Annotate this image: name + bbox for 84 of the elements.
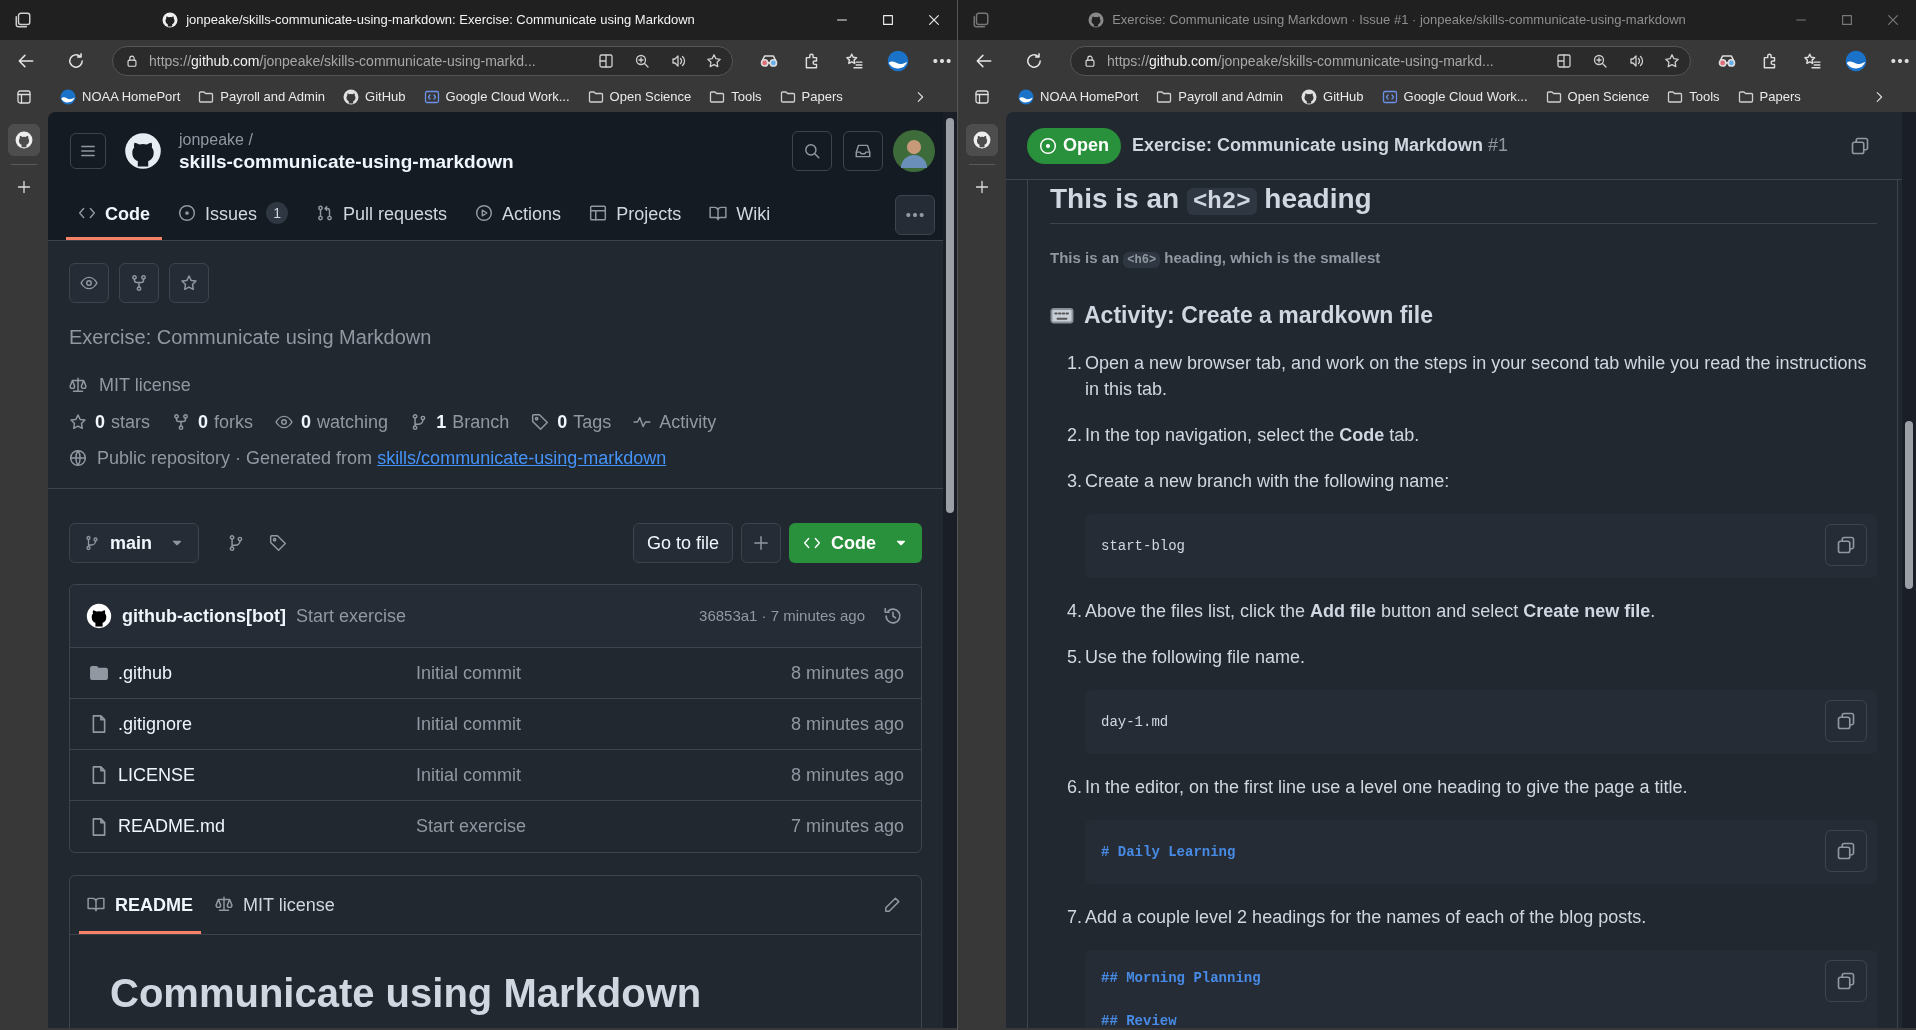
repo-owner-link[interactable]: jonpeake / xyxy=(179,128,514,151)
url-text: https://github.com/jonpeake/skills-communicate-using-markd... xyxy=(1107,51,1495,71)
issue-title: Exercise: Communicate using Markdown #1 xyxy=(1132,134,1509,157)
step-number: 2. xyxy=(1067,424,1083,447)
commit-message-link[interactable]: Initial commit xyxy=(416,710,522,738)
bookmark[interactable]: Open Science xyxy=(1545,87,1650,107)
code-line: day-1.md xyxy=(1101,714,1169,730)
readme-heading: Communicate using Markdown xyxy=(110,970,703,1017)
step-text: In the editor, on the first line use a level one heading to give the page a title. xyxy=(1085,776,1689,799)
step-text: Create a new branch with the following name: xyxy=(1085,470,1451,493)
nav-tab[interactable]: Projects xyxy=(577,189,694,240)
go-to-file-button[interactable]: Go to file xyxy=(632,523,733,563)
bookmark[interactable]: Open Science xyxy=(587,87,692,107)
file-time: 8 minutes ago xyxy=(790,763,904,787)
section-heading: This is an <h2> heading xyxy=(1050,182,1877,224)
step-text: In the top navigation, select the Code tab. xyxy=(1085,424,1421,447)
stat-link[interactable]: 0 forks xyxy=(172,408,254,436)
step-text: Add a couple level 2 headings for the names of each of the blog posts. xyxy=(1085,906,1648,929)
bookmark[interactable]: GitHub xyxy=(343,87,406,107)
bookmark[interactable]: Tools xyxy=(1667,87,1720,107)
repo-name-link[interactable]: skills-communicate-using-markdown xyxy=(179,150,514,173)
stat-link[interactable]: 1 Branch xyxy=(410,408,510,436)
window-title: Exercise: Communicate using Markdown · Issue #1 · jonpeake/skills-communicate-using-markdown xyxy=(1112,11,1686,30)
address-bar[interactable]: https://github.com/jonpeake/skills-communicate-using-markd... xyxy=(1070,46,1691,76)
address-bar[interactable]: https://github.com/jonpeake/skills-communicate-using-markd... xyxy=(112,46,733,76)
step-number: 3. xyxy=(1067,470,1083,493)
commit-message[interactable]: Start exercise xyxy=(295,602,406,630)
stat-link[interactable]: 0 stars xyxy=(69,408,151,436)
file-name-link[interactable]: README.md xyxy=(118,813,416,840)
commit-meta: 36853a1 · 7 minutes ago xyxy=(699,605,865,626)
step-text: Open a new browser tab, and work on the steps in your second tab while you read the instructions in this tab. xyxy=(1085,352,1868,401)
nav-tab[interactable]: Issues 1 xyxy=(166,189,301,240)
branch-selector[interactable]: main xyxy=(69,523,199,563)
stat-link[interactable]: 0 Tags xyxy=(531,408,612,436)
template-link[interactable]: skills/communicate-using-markdown xyxy=(377,447,667,468)
file-time: 8 minutes ago xyxy=(790,661,904,685)
commit-author[interactable]: github-actions[bot] xyxy=(122,602,286,630)
code-line: ## Morning Planning xyxy=(1101,970,1261,986)
repo-description: Exercise: Communicate using Markdown xyxy=(69,325,433,349)
step-number: 4. xyxy=(1067,600,1083,623)
code-line: # Daily Learning xyxy=(1101,844,1236,860)
bookmark[interactable]: Google Cloud Work... xyxy=(423,87,570,107)
step-number: 6. xyxy=(1067,776,1083,799)
commit-message-link[interactable]: Initial commit xyxy=(416,761,522,789)
file-time: 7 minutes ago xyxy=(790,815,904,838)
step-number: 1. xyxy=(1067,352,1083,375)
activity-heading: Activity: Create a mardkown file xyxy=(1084,300,1433,330)
bookmark[interactable]: Google Cloud Work... xyxy=(1381,87,1528,107)
file-name-link[interactable]: .gitignore xyxy=(118,710,416,738)
stat-link[interactable]: 0 watching xyxy=(275,408,389,436)
state-badge: Open xyxy=(1027,127,1121,164)
bookmark[interactable]: Payroll and Admin xyxy=(1156,87,1284,107)
visibility-text: Public repository · Generated from skills/communicate-using-markdown xyxy=(97,446,667,470)
bookmark[interactable]: Papers xyxy=(779,87,843,107)
nav-tab[interactable]: Pull requests xyxy=(304,189,460,240)
license-link[interactable]: MIT license xyxy=(99,371,191,399)
window-title: jonpeake/skills-communicate-using-markdown: Exercise: Communicate using Markdown xyxy=(186,11,695,30)
code-line: ## Review xyxy=(1101,1013,1177,1028)
file-time: 8 minutes ago xyxy=(790,712,904,736)
url-text: https://github.com/jonpeake/skills-communicate-using-markd... xyxy=(149,51,537,71)
step-number: 7. xyxy=(1067,906,1083,929)
counter-badge: 1 xyxy=(266,202,289,224)
bookmark[interactable]: NOAA HomePort xyxy=(60,87,181,107)
file-name-link[interactable]: LICENSE xyxy=(118,761,416,789)
stat-link[interactable]: Activity xyxy=(633,408,717,436)
code-button[interactable]: Code xyxy=(789,523,922,563)
bookmark[interactable]: Payroll and Admin xyxy=(198,87,326,107)
readme-tab[interactable]: README xyxy=(79,876,201,934)
step-text: Above the files list, click the Add file button and select Create new file. xyxy=(1085,600,1657,623)
bookmark[interactable]: GitHub xyxy=(1301,87,1364,107)
nav-tab[interactable]: Code xyxy=(66,189,162,240)
commit-message-link[interactable]: Initial commit xyxy=(416,659,522,687)
bookmark[interactable]: Papers xyxy=(1737,87,1801,107)
step-number: 5. xyxy=(1067,646,1083,669)
small-heading: This is an <h6> heading, which is the smallest xyxy=(1050,248,1382,270)
code-line: start-blog xyxy=(1101,538,1185,554)
commit-message-link[interactable]: Start exercise xyxy=(416,813,527,840)
nav-tab[interactable]: Actions xyxy=(463,189,574,240)
file-name-link[interactable]: .github xyxy=(118,659,416,687)
step-text: Use the following file name. xyxy=(1085,646,1307,669)
bookmark[interactable]: Tools xyxy=(709,87,762,107)
nav-tab[interactable]: Wiki xyxy=(697,189,783,240)
readme-tab[interactable]: MIT license xyxy=(207,876,343,934)
bookmark[interactable]: NOAA HomePort xyxy=(1018,87,1139,107)
